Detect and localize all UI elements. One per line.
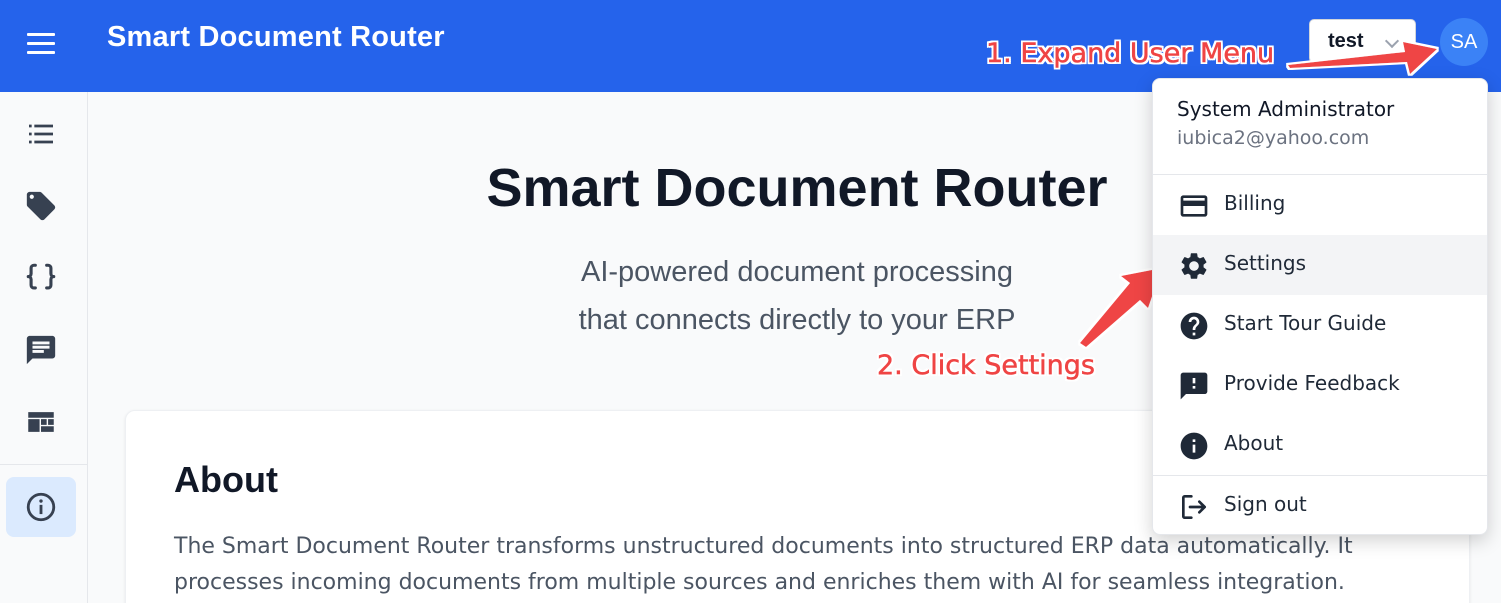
sidebar-item-documents[interactable]: [6, 104, 76, 164]
info-icon: [26, 492, 56, 522]
app-title: Smart Document Router: [107, 21, 445, 53]
menu-user-name: System Administrator: [1177, 97, 1395, 121]
chat-icon: [26, 335, 56, 365]
sign-out-icon: [1182, 495, 1206, 519]
sidebar-item-dashboard[interactable]: [6, 392, 76, 452]
menu-item-label: Sign out: [1224, 492, 1307, 516]
annotation-step1: 1. Expand User Menu: [986, 38, 1275, 70]
about-heading: About: [174, 459, 278, 500]
sidebar-item-tags[interactable]: [6, 176, 76, 236]
menu-item-label: Start Tour Guide: [1224, 311, 1387, 335]
organization-select-value: test: [1328, 30, 1364, 52]
menu-item-sign-out[interactable]: Sign out: [1153, 476, 1487, 536]
menu-item-label: Provide Feedback: [1224, 371, 1400, 395]
menu-item-billing[interactable]: Billing: [1153, 175, 1487, 235]
menu-item-about[interactable]: About: [1153, 415, 1487, 475]
dashboard-icon: [28, 412, 54, 432]
sidebar-item-about[interactable]: [6, 477, 76, 537]
user-menu-dropdown: System Administrator iubica2@yahoo.com B…: [1152, 78, 1488, 535]
menu-item-label: Settings: [1224, 251, 1307, 275]
about-text: The Smart Document Router transforms uns…: [174, 534, 1353, 595]
menu-user-email: iubica2@yahoo.com: [1177, 127, 1370, 149]
user-avatar-button[interactable]: SA: [1440, 18, 1488, 66]
list-icon: [29, 124, 53, 144]
menu-item-settings[interactable]: Settings: [1153, 235, 1487, 295]
menu-item-provide-feedback[interactable]: Provide Feedback: [1153, 355, 1487, 415]
info-icon: [1180, 432, 1208, 460]
organization-select[interactable]: test: [1309, 19, 1416, 63]
credit-card-icon: [1180, 195, 1208, 217]
sidebar-item-prompts[interactable]: [6, 320, 76, 380]
sidebar-item-schemas[interactable]: [6, 248, 76, 308]
hamburger-menu-icon[interactable]: [24, 30, 58, 58]
feedback-icon: [1180, 372, 1208, 400]
annotation-step2: 2. Click Settings: [877, 350, 1096, 382]
tag-icon: [26, 191, 56, 221]
chevron-down-icon: [1384, 33, 1400, 49]
menu-item-label: Billing: [1224, 191, 1286, 215]
curly-braces-icon: [26, 263, 56, 290]
gear-icon: [1181, 253, 1207, 279]
help-circle-icon: [1180, 312, 1208, 340]
sidebar: [0, 92, 88, 603]
menu-item-start-tour-guide[interactable]: Start Tour Guide: [1153, 295, 1487, 355]
menu-item-label: About: [1224, 431, 1284, 455]
sidebar-divider: [0, 464, 88, 465]
